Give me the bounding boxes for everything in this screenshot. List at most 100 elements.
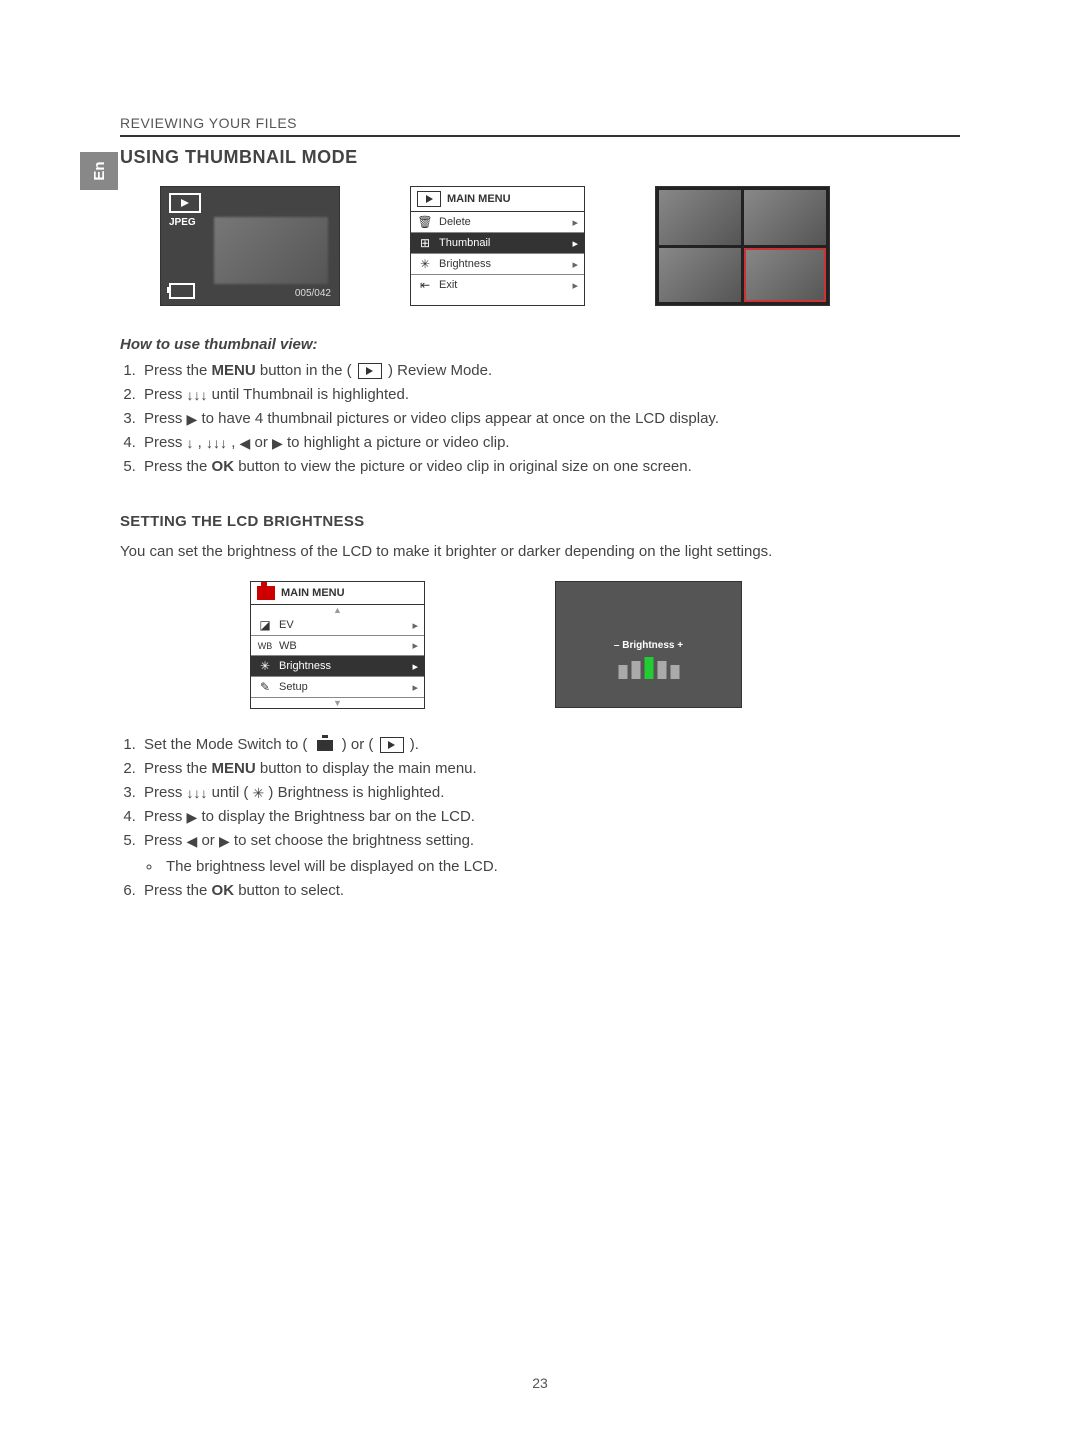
- right-arrow-icon: ▶: [187, 809, 198, 825]
- thumb-1: [659, 190, 741, 245]
- brightness-intro: You can set the brightness of the LCD to…: [120, 540, 960, 563]
- step-1: Set the Mode Switch to ( ) or ( ).: [140, 733, 960, 757]
- menu-item-label: Exit: [439, 279, 457, 291]
- scroll-down-icon: ▼: [251, 698, 424, 708]
- manual-page: En REVIEWING YOUR FILES USING THUMBNAIL …: [0, 0, 1080, 1429]
- scroll-up-icon: ▲: [251, 605, 424, 615]
- grid-icon: ⊞: [417, 236, 433, 250]
- wb-icon: WB: [257, 641, 273, 651]
- right-arrow-icon: ▶: [187, 411, 198, 427]
- brightness-steps-list: Set the Mode Switch to ( ) or ( ). Press…: [120, 733, 960, 903]
- down-arrows-icon: ↓↓↓: [206, 435, 227, 451]
- brightness-preview-figure: – Brightness +: [555, 581, 742, 708]
- thumbnail-steps-list: Press the MENU button in the ( ) Review …: [120, 359, 960, 479]
- ev-icon: ◪: [257, 618, 273, 632]
- submenu-arrow-icon: ▸: [572, 237, 578, 250]
- setup-icon: ✎: [257, 680, 273, 694]
- thumb-4-selected: [744, 248, 826, 303]
- thumbnail-grid-figure: [655, 186, 830, 306]
- howto-heading: How to use thumbnail view:: [120, 336, 960, 353]
- play-icon: [380, 737, 404, 753]
- down-arrows-icon: ↓↓↓: [187, 387, 208, 403]
- submenu-arrow-icon: ▸: [412, 660, 418, 673]
- page-number: 23: [0, 1375, 1080, 1391]
- menu-header: MAIN MENU: [411, 187, 584, 212]
- camera-icon: [257, 586, 275, 600]
- figure-row-brightness: MAIN MENU ▲ ◪ EV ▸ WB WB ▸ ✳ Brightness …: [250, 581, 960, 709]
- step-3: Press ▶ to have 4 thumbnail pictures or …: [140, 407, 960, 431]
- brightness-icon: ✳: [253, 785, 265, 801]
- battery-icon: [169, 283, 195, 299]
- section-header: REVIEWING YOUR FILES: [120, 115, 960, 137]
- down-arrow-icon: ↓: [187, 435, 194, 451]
- brightness-bar-label: – Brightness +: [556, 640, 741, 651]
- bar-2: [631, 661, 640, 679]
- step-4: Press ↓ , ↓↓↓ , ◀ or ▶ to highlight a pi…: [140, 431, 960, 455]
- bar-3-active: [644, 657, 653, 679]
- image-counter: 005/042: [295, 288, 331, 299]
- trash-icon: 🗑: [417, 215, 433, 229]
- menu-header: MAIN MENU: [251, 582, 424, 605]
- brightness-icon: ✳: [417, 257, 433, 271]
- step-5-sub: The brightness level will be displayed o…: [144, 855, 960, 879]
- title-thumbnail-mode: USING THUMBNAIL MODE: [120, 147, 960, 168]
- language-tab: En: [80, 152, 118, 190]
- menu-item-exit: ⇤ Exit ▸: [411, 275, 584, 295]
- submenu-arrow-icon: ▸: [412, 681, 418, 694]
- menu-item-ev: ◪ EV ▸: [251, 615, 424, 636]
- down-arrows-icon: ↓↓↓: [187, 785, 208, 801]
- photo-placeholder: [214, 217, 328, 284]
- play-icon: [358, 363, 382, 379]
- file-format-label: JPEG: [169, 217, 196, 228]
- step-5-note: The brightness level will be displayed o…: [162, 855, 960, 879]
- lcd-preview-figure: JPEG 005/042: [160, 186, 340, 306]
- title-brightness: SETTING THE LCD BRIGHTNESS: [120, 513, 960, 530]
- menu-item-brightness: ✳ Brightness ▸: [411, 254, 584, 275]
- submenu-arrow-icon: ▸: [572, 258, 578, 271]
- thumb-2: [744, 190, 826, 245]
- submenu-arrow-icon: ▸: [412, 619, 418, 632]
- bar-4: [657, 661, 666, 679]
- right-arrow-icon: ▶: [219, 833, 230, 849]
- step-4: Press ▶ to display the Brightness bar on…: [140, 805, 960, 829]
- bar-1: [618, 665, 627, 679]
- menu-item-brightness: ✳ Brightness ▸: [251, 656, 424, 677]
- menu-item-label: Brightness: [439, 258, 491, 270]
- right-arrow-icon: ▶: [272, 435, 283, 451]
- step-2: Press ↓↓↓ until Thumbnail is highlighted…: [140, 383, 960, 407]
- step-6: Press the OK button to select.: [140, 879, 960, 903]
- menu-item-thumbnail: ⊞ Thumbnail ▸: [411, 233, 584, 254]
- left-arrow-icon: ◀: [240, 435, 251, 451]
- camera-icon: [314, 738, 336, 752]
- bar-5: [670, 665, 679, 679]
- menu-item-label: Brightness: [279, 660, 331, 672]
- menu-item-label: Thumbnail: [439, 237, 490, 249]
- brightness-icon: ✳: [257, 659, 273, 673]
- thumb-3: [659, 248, 741, 303]
- step-1: Press the MENU button in the ( ) Review …: [140, 359, 960, 383]
- capture-main-menu-figure: MAIN MENU ▲ ◪ EV ▸ WB WB ▸ ✳ Brightness …: [250, 581, 425, 709]
- menu-item-label: Delete: [439, 216, 471, 228]
- exit-icon: ⇤: [417, 278, 433, 292]
- step-5: Press the OK button to view the picture …: [140, 455, 960, 479]
- menu-item-label: WB: [279, 640, 297, 652]
- menu-item-wb: WB WB ▸: [251, 636, 424, 656]
- play-mode-icon: [169, 193, 201, 213]
- figure-row-thumbnail: JPEG 005/042 MAIN MENU 🗑 Delete ▸ ⊞ Thum…: [160, 186, 960, 306]
- menu-item-label: Setup: [279, 681, 308, 693]
- left-arrow-icon: ◀: [187, 833, 198, 849]
- menu-item-label: EV: [279, 619, 294, 631]
- step-5: Press ◀ or ▶ to set choose the brightnes…: [140, 829, 960, 879]
- brightness-bars: [618, 657, 679, 679]
- menu-item-delete: 🗑 Delete ▸: [411, 212, 584, 233]
- submenu-arrow-icon: ▸: [412, 639, 418, 652]
- step-2: Press the MENU button to display the mai…: [140, 757, 960, 781]
- menu-item-setup: ✎ Setup ▸: [251, 677, 424, 698]
- step-3: Press ↓↓↓ until ( ✳ ) Brightness is high…: [140, 781, 960, 805]
- menu-title: MAIN MENU: [447, 193, 511, 205]
- review-main-menu-figure: MAIN MENU 🗑 Delete ▸ ⊞ Thumbnail ▸ ✳ Bri…: [410, 186, 585, 306]
- play-icon: [417, 191, 441, 207]
- submenu-arrow-icon: ▸: [572, 279, 578, 292]
- submenu-arrow-icon: ▸: [572, 216, 578, 229]
- menu-title: MAIN MENU: [281, 587, 345, 599]
